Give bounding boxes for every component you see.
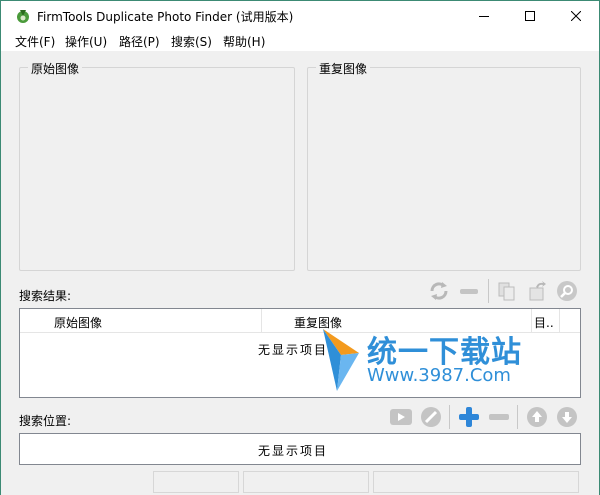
menu-help[interactable]: 帮助(H) — [223, 33, 265, 50]
move-icon[interactable] — [525, 279, 549, 303]
refresh-icon[interactable] — [427, 279, 451, 303]
down-icon[interactable] — [555, 405, 579, 429]
window-title: FirmTools Duplicate Photo Finder (试用版本) — [37, 10, 294, 24]
search-location-label: 搜索位置: — [19, 414, 72, 428]
locations-empty-text: 无显示项目 — [258, 444, 329, 458]
watermark-logo: 统一下载站 Www.3987.Com — [319, 323, 549, 403]
menu-operation[interactable]: 操作(U) — [65, 33, 107, 50]
minus-icon[interactable] — [487, 405, 511, 429]
menu-path[interactable]: 路径(P) — [119, 33, 160, 50]
search-location-list[interactable]: 无显示项目 — [19, 433, 581, 465]
up-icon[interactable] — [525, 405, 549, 429]
add-icon[interactable] — [457, 405, 481, 429]
main-window: FirmTools Duplicate Photo Finder (试用版本) … — [0, 0, 600, 495]
copy-icon[interactable] — [495, 279, 519, 303]
status-pane — [243, 471, 369, 493]
status-pane — [153, 471, 239, 493]
toolbar-separator — [449, 405, 450, 429]
stop-icon[interactable] — [419, 405, 443, 429]
minimize-button[interactable] — [461, 1, 507, 31]
play-icon[interactable] — [389, 405, 413, 429]
menu-bar: 文件(F) 操作(U) 路径(P) 搜索(S) 帮助(H) — [1, 31, 599, 51]
toolbar-separator — [517, 405, 518, 429]
results-empty-text: 无显示项目 — [258, 343, 329, 357]
maximize-button[interactable] — [507, 1, 553, 31]
status-bar — [1, 469, 599, 495]
watermark-emblem-icon — [323, 329, 359, 391]
column-original-image[interactable]: 原始图像 — [20, 309, 262, 333]
search-results-label: 搜索结果: — [19, 289, 72, 303]
remove-icon[interactable] — [457, 279, 481, 303]
watermark-url-text: Www.3987.Com — [367, 365, 511, 386]
menu-file[interactable]: 文件(F) — [15, 33, 55, 50]
original-image-label: 原始图像 — [28, 60, 83, 77]
title-bar[interactable]: FirmTools Duplicate Photo Finder (试用版本) — [1, 1, 599, 31]
app-icon — [15, 8, 31, 24]
original-image-panel: 原始图像 — [19, 60, 295, 271]
duplicate-image-label: 重复图像 — [316, 60, 371, 77]
toolbar-separator — [488, 279, 489, 303]
duplicate-image-panel: 重复图像 — [307, 60, 581, 271]
close-button[interactable] — [553, 1, 599, 31]
menu-search[interactable]: 搜索(S) — [171, 33, 212, 50]
status-pane — [373, 471, 579, 493]
search-zoom-icon[interactable] — [555, 279, 579, 303]
